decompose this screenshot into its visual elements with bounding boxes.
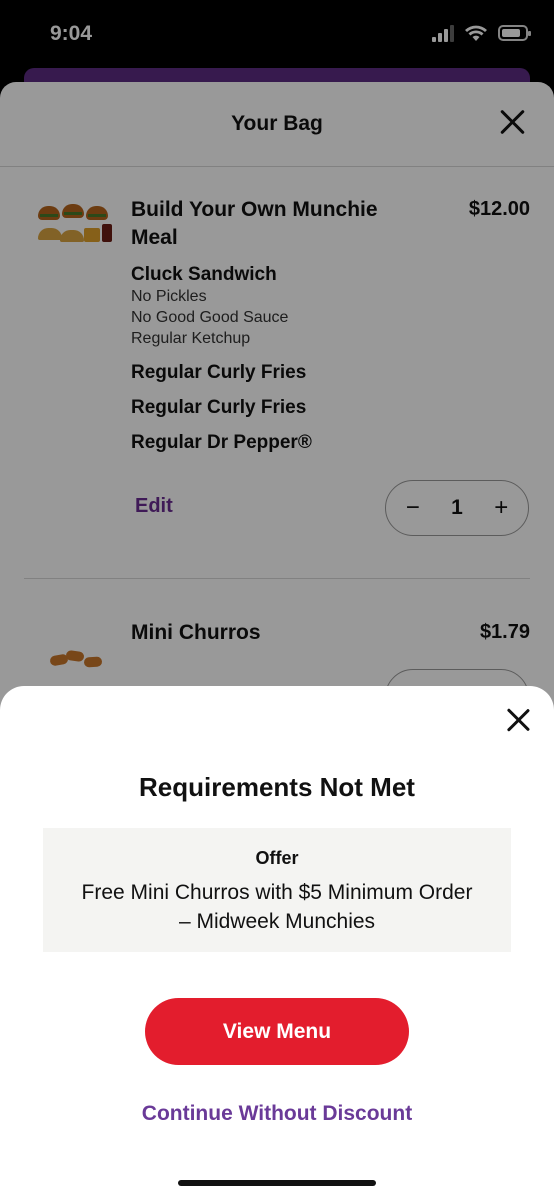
view-menu-button[interactable]: View Menu bbox=[145, 998, 409, 1065]
modifier-detail: Regular Ketchup bbox=[131, 330, 251, 347]
close-icon[interactable] bbox=[506, 708, 530, 732]
quantity-stepper: − 1 + bbox=[385, 480, 529, 536]
modal-title: Requirements Not Met bbox=[139, 772, 415, 802]
modifier-name: Regular Curly Fries bbox=[131, 362, 307, 383]
wifi-icon bbox=[465, 25, 487, 41]
signal-icon bbox=[432, 24, 454, 42]
bag-header: Your Bag bbox=[0, 82, 554, 167]
requirements-modal: Requirements Not Met Offer Free Mini Chu… bbox=[0, 686, 554, 1200]
quantity-value: 1 bbox=[451, 496, 463, 519]
modifier-detail: No Pickles bbox=[131, 288, 207, 305]
status-bar: 9:04 bbox=[0, 0, 554, 70]
item-name: Mini Churros bbox=[131, 621, 261, 644]
modifier-name: Regular Dr Pepper® bbox=[131, 432, 312, 453]
item-price: $1.79 bbox=[479, 621, 530, 643]
battery-icon bbox=[498, 25, 531, 41]
minus-icon[interactable]: − bbox=[398, 494, 428, 522]
offer-description: Free Mini Churros with $5 Minimum Order … bbox=[81, 881, 473, 933]
item-name: Build Your Own Munchie Meal bbox=[131, 198, 378, 249]
bag-title: Your Bag bbox=[231, 112, 323, 135]
plus-icon[interactable]: + bbox=[486, 494, 516, 522]
modifier-name: Cluck Sandwich bbox=[131, 264, 277, 285]
home-indicator bbox=[178, 1180, 376, 1186]
edit-link[interactable]: Edit bbox=[135, 495, 173, 518]
close-icon[interactable] bbox=[498, 108, 526, 136]
item-price: $12.00 bbox=[468, 198, 530, 220]
status-time: 9:04 bbox=[50, 22, 93, 45]
continue-without-discount-link[interactable]: Continue Without Discount bbox=[0, 1102, 554, 1126]
modifier-name: Regular Curly Fries bbox=[131, 397, 307, 418]
item-divider bbox=[24, 578, 530, 579]
item-image bbox=[34, 202, 114, 258]
offer-label: Offer bbox=[255, 848, 299, 868]
status-icons bbox=[432, 24, 531, 42]
modifier-detail: No Good Good Sauce bbox=[131, 309, 289, 326]
offer-box: Offer Free Mini Churros with $5 Minimum … bbox=[43, 828, 511, 952]
